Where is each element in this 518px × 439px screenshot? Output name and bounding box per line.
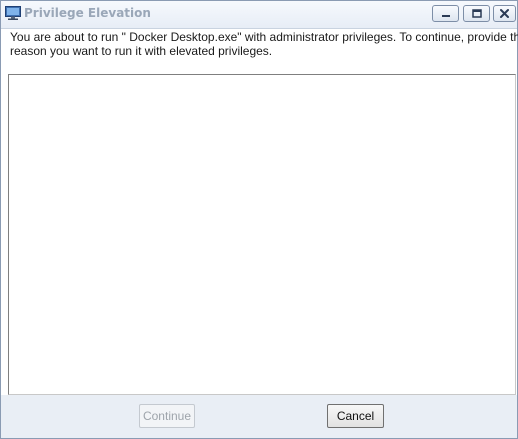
privilege-elevation-dialog: Privilege Elevation You are about to run… <box>0 0 518 439</box>
reason-input[interactable] <box>8 74 516 395</box>
minimize-button[interactable] <box>432 5 459 22</box>
monitor-icon <box>5 6 21 20</box>
elevation-message: You are about to run " Docker Desktop.ex… <box>10 30 518 58</box>
close-icon <box>500 9 509 18</box>
close-button[interactable] <box>493 5 516 22</box>
button-bar: Continue Cancel <box>1 395 517 438</box>
minimize-icon <box>442 15 450 17</box>
dialog-body: You are about to run " Docker Desktop.ex… <box>1 29 518 438</box>
maximize-icon <box>472 9 482 18</box>
message-line-2: reason you want to run it with elevated … <box>10 44 273 58</box>
maximize-button[interactable] <box>463 5 490 22</box>
message-line-1: You are about to run " Docker Desktop.ex… <box>10 30 518 44</box>
window-title: Privilege Elevation <box>24 6 151 20</box>
cancel-button[interactable]: Cancel <box>327 404 384 428</box>
title-bar[interactable]: Privilege Elevation <box>1 1 517 29</box>
continue-button[interactable]: Continue <box>139 404 195 428</box>
